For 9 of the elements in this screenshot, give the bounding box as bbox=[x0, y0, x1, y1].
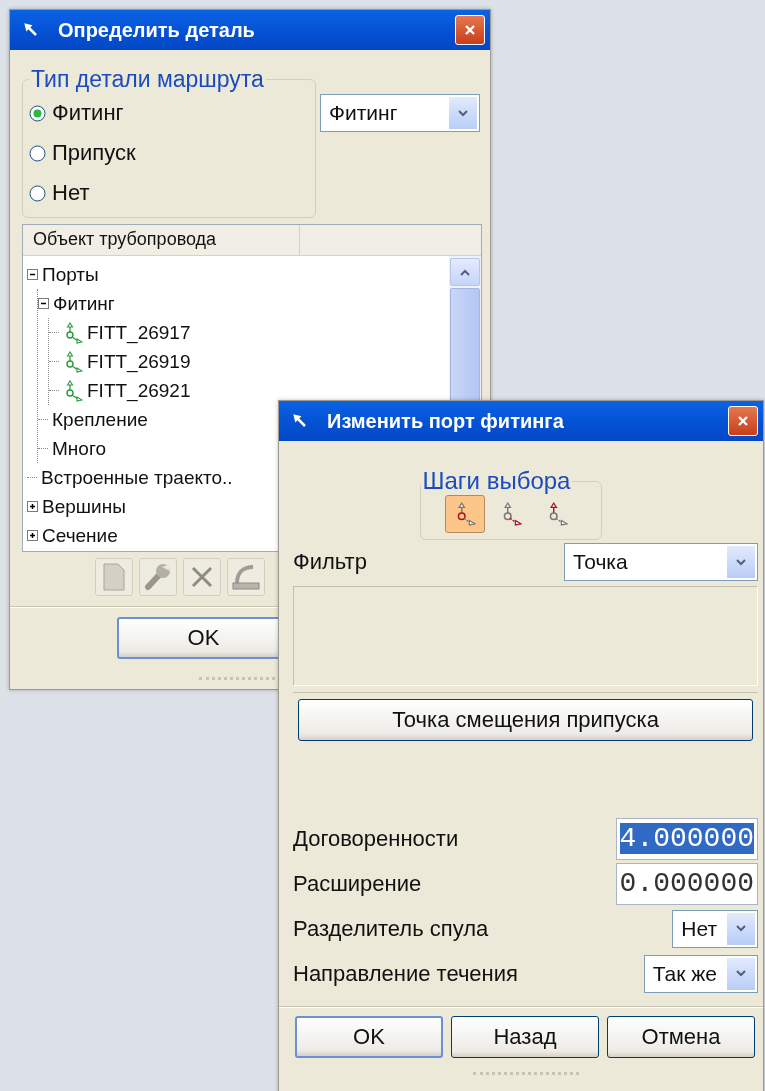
field-label: Разделитель спула bbox=[293, 915, 489, 942]
window-title: Определить деталь bbox=[58, 18, 256, 42]
group-title: Тип детали маршрута bbox=[30, 66, 265, 93]
field-label: Направление течения bbox=[293, 960, 518, 987]
window-title: Изменить порт фитинга bbox=[327, 409, 565, 433]
field-label: Договоренности bbox=[293, 825, 459, 852]
field-label: Расширение bbox=[293, 870, 422, 897]
field-label: Фильтр bbox=[293, 549, 367, 575]
group-title: Шаги выбора bbox=[421, 467, 572, 495]
